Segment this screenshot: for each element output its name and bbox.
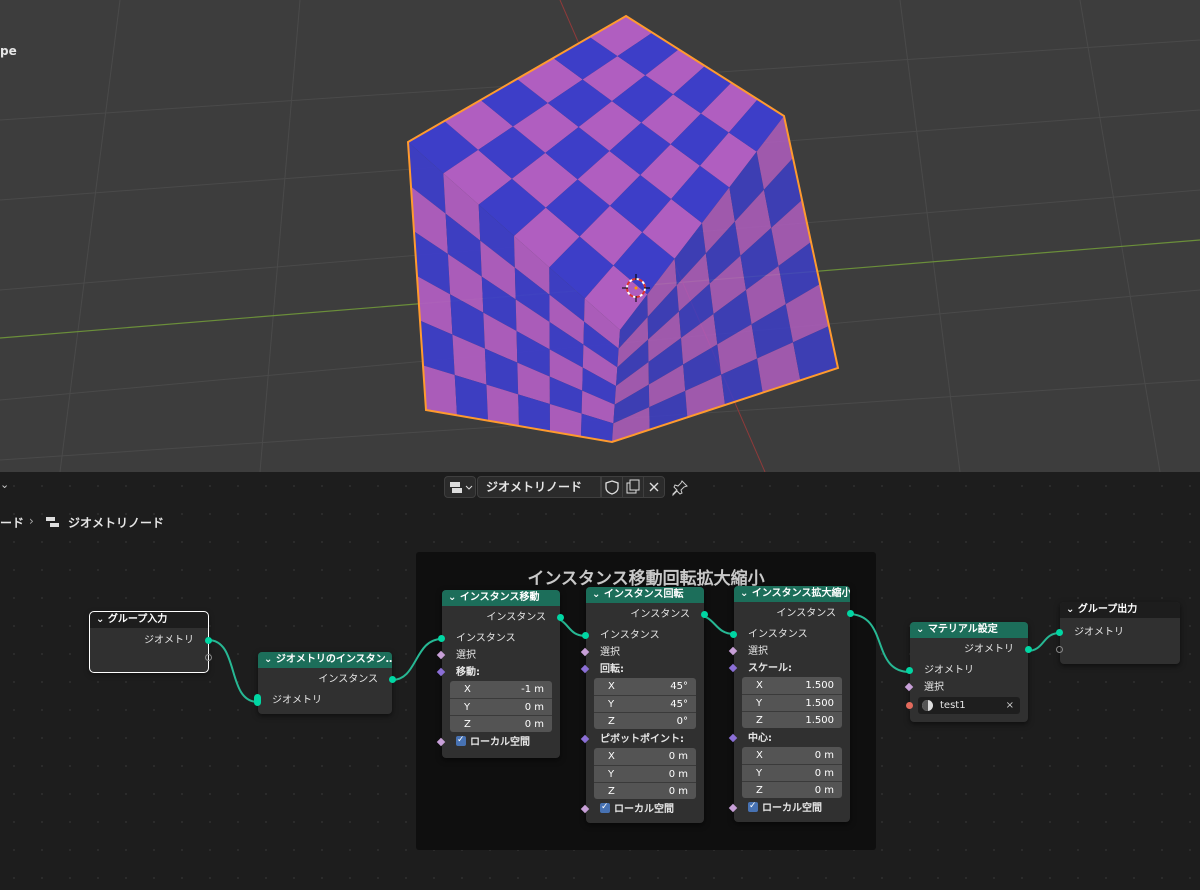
socket-row-translation: 移動: xyxy=(436,664,560,681)
socket-row-geometry-out: ジオメトリ xyxy=(90,632,212,649)
translation-z-field[interactable]: Z0 m xyxy=(450,715,552,732)
group-input-header[interactable]: ⌄ グループ入力 xyxy=(90,612,208,628)
socket-row-instances-in: インスタンス xyxy=(438,630,560,647)
collapse-chevron-icon[interactable]: ⌄ xyxy=(264,654,276,665)
geometry-node-editor[interactable]: ⌄ ジオメトリノード ード › ジオメトリノード インスタンス移動回転拡大縮小 xyxy=(0,472,1200,890)
socket-row-instances-out: インスタンス xyxy=(586,606,708,623)
socket-row-pivot: ピボットポイント: xyxy=(580,731,704,748)
socket-row-center: 中心: xyxy=(728,730,850,747)
socket-row-selection: 選択 xyxy=(904,679,1028,696)
empty-input-socket[interactable] xyxy=(1056,646,1063,653)
instances-input-socket[interactable] xyxy=(582,632,589,639)
socket-row-instances-in: インスタンス xyxy=(582,627,704,644)
scale-x-field[interactable]: X 1.500 xyxy=(742,677,842,694)
node-geometry-to-instance[interactable]: ⌄ ジオメトリのインスタン… インスタンス ジオメトリ xyxy=(254,652,396,714)
socket-row-geometry-out: ジオメトリ xyxy=(910,641,1032,658)
instances-output-socket[interactable] xyxy=(389,676,396,683)
group-output-header[interactable]: ⌄ グループ出力 xyxy=(1060,602,1180,618)
local-space-checkbox[interactable] xyxy=(456,732,466,749)
socket-row-instances-out: インスタンス xyxy=(258,671,396,688)
instances-input-socket[interactable] xyxy=(438,635,445,642)
socket-row-geometry-in: ジオメトリ xyxy=(254,692,392,709)
node-rotate-instances[interactable]: ⌄ インスタンス回転 インスタンス インスタンス 選択 回転: X 45° Y 45… xyxy=(580,587,708,823)
collapse-chevron-icon[interactable]: ⌄ xyxy=(592,589,604,600)
pivot-x-field[interactable]: X0 m xyxy=(594,748,696,765)
clear-material-close-icon[interactable]: × xyxy=(1006,697,1014,714)
rotate-header[interactable]: ⌄ インスタンス回転 xyxy=(586,587,704,603)
socket-row-instances-out: インスタンス xyxy=(442,609,564,626)
viewport-mode-label: pe xyxy=(0,44,17,58)
instances-input-socket[interactable] xyxy=(730,631,737,638)
socket-row-empty xyxy=(90,649,212,666)
geometry-input-socket[interactable] xyxy=(1056,629,1063,636)
geo2inst-header[interactable]: ⌄ ジオメトリのインスタン… xyxy=(258,652,392,668)
socket-row-local-space: ローカル空間 xyxy=(580,799,704,818)
rotation-y-field[interactable]: Y 45° xyxy=(594,695,696,712)
geometry-output-socket[interactable] xyxy=(205,637,212,644)
link-scale-to-material xyxy=(847,613,911,673)
node-group-output[interactable]: ⌄ グループ出力 ジオメトリ xyxy=(1056,602,1180,664)
socket-row-instances-out: インスタンス xyxy=(734,605,854,622)
empty-output-socket[interactable] xyxy=(205,654,212,661)
center-x-field[interactable]: X0 m xyxy=(742,747,842,764)
center-y-field[interactable]: Y0 m xyxy=(742,764,842,781)
socket-row-rotation: 回転: xyxy=(580,661,704,678)
collapse-chevron-icon[interactable]: ⌄ xyxy=(740,588,752,599)
socket-row-selection: 選択 xyxy=(580,644,704,661)
node-group-input[interactable]: ⌄ グループ入力 ジオメトリ xyxy=(89,611,212,673)
collapse-chevron-icon[interactable]: ⌄ xyxy=(916,624,928,635)
socket-row-selection: 選択 xyxy=(436,647,560,664)
socket-row-geometry-in: ジオメトリ xyxy=(1056,624,1180,641)
socket-row-instances-in: インスタンス xyxy=(730,626,850,643)
viewport-canvas[interactable] xyxy=(0,0,1200,472)
translate-header[interactable]: ⌄ インスタンス移動 xyxy=(442,590,560,606)
socket-row-local-space: ローカル空間 xyxy=(436,732,560,751)
instances-output-socket[interactable] xyxy=(557,614,564,621)
3d-viewport[interactable]: pe xyxy=(0,0,1200,472)
socket-row-material: test1 × xyxy=(906,697,1028,714)
link-geo2inst-to-translate xyxy=(391,638,443,681)
translation-x-field[interactable]: X -1 m xyxy=(450,681,552,698)
socket-row-local-space: ローカル空間 xyxy=(728,798,850,817)
rotation-z-field[interactable]: Z 0° xyxy=(594,712,696,729)
pivot-y-field[interactable]: Y0 m xyxy=(594,765,696,782)
scale-header[interactable]: ⌄ インスタンス拡大縮小 xyxy=(734,586,850,602)
scale-z-field[interactable]: Z 1.500 xyxy=(742,711,842,728)
local-space-checkbox[interactable] xyxy=(600,799,610,816)
scale-y-field[interactable]: Y 1.500 xyxy=(742,694,842,711)
local-space-checkbox[interactable] xyxy=(748,798,758,815)
material-sphere-icon xyxy=(922,700,933,711)
instances-output-socket[interactable] xyxy=(701,611,708,618)
center-z-field[interactable]: Z0 m xyxy=(742,781,842,798)
collapse-chevron-icon[interactable]: ⌄ xyxy=(1066,604,1078,615)
instances-output-socket[interactable] xyxy=(847,610,854,617)
set-material-header[interactable]: ⌄ マテリアル設定 xyxy=(910,622,1028,638)
socket-row-geometry-in: ジオメトリ xyxy=(906,662,1028,679)
checker-cube[interactable] xyxy=(406,14,840,444)
node-scale-instances[interactable]: ⌄ インスタンス拡大縮小 インスタンス インスタンス 選択 スケール: X 1.5… xyxy=(728,586,854,822)
socket-row-selection: 選択 xyxy=(728,643,850,660)
link-input-to-geo2inst xyxy=(207,639,259,703)
material-input-socket[interactable] xyxy=(906,702,913,709)
collapse-chevron-icon[interactable]: ⌄ xyxy=(96,614,108,625)
pivot-z-field[interactable]: Z0 m xyxy=(594,782,696,799)
material-field[interactable]: test1 × xyxy=(918,697,1020,714)
node-translate-instances[interactable]: ⌄ インスタンス移動 インスタンス インスタンス 選択 移動: X -1 m Y0… xyxy=(436,590,564,758)
translation-y-field[interactable]: Y0 m xyxy=(450,698,552,715)
socket-row-scale: スケール: xyxy=(728,660,850,677)
socket-row-empty xyxy=(1056,641,1180,658)
geometry-output-socket[interactable] xyxy=(1025,646,1032,653)
collapse-chevron-icon[interactable]: ⌄ xyxy=(448,592,460,603)
node-set-material[interactable]: ⌄ マテリアル設定 ジオメトリ ジオメトリ 選択 test1 × xyxy=(904,622,1032,722)
rotation-x-field[interactable]: X 45° xyxy=(594,678,696,695)
geometry-multi-input-socket[interactable] xyxy=(254,694,261,706)
geometry-input-socket[interactable] xyxy=(906,667,913,674)
